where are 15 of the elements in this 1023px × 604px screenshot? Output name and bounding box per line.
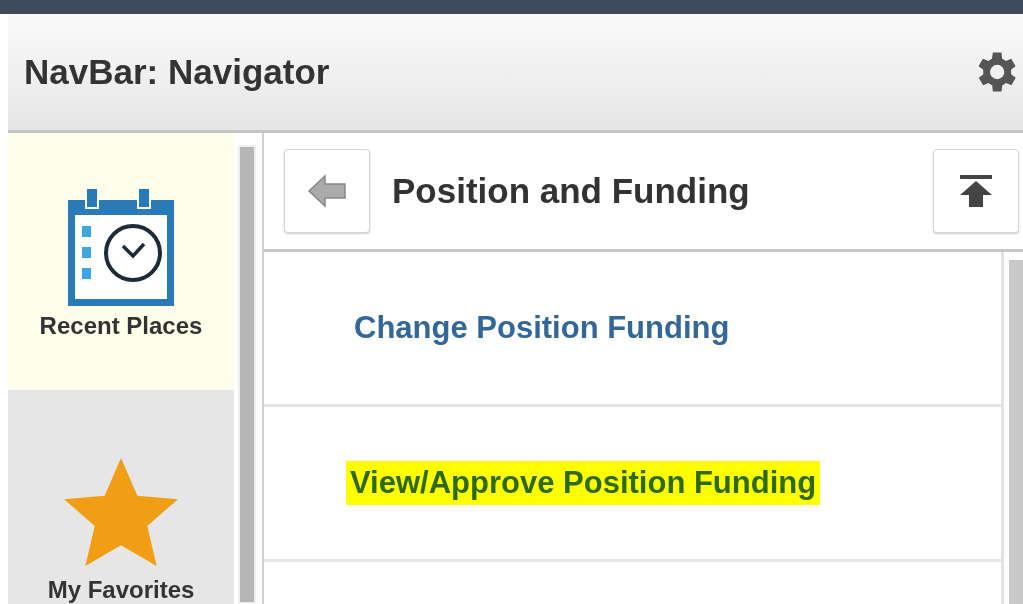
- scrollbar[interactable]: [238, 145, 256, 604]
- back-button[interactable]: [284, 149, 370, 233]
- back-arrow-icon: [307, 174, 347, 208]
- panel-title: Position and Funding: [392, 171, 751, 211]
- scroll-to-top-button[interactable]: [933, 149, 1019, 233]
- calendar-clock-icon: [65, 185, 177, 308]
- scroll-to-top-icon: [958, 173, 994, 209]
- sidebar-item-label: My Favorites: [47, 578, 195, 602]
- scrollbar[interactable]: [1009, 260, 1023, 604]
- highlighted-link[interactable]: View/Approve Position Funding: [346, 461, 821, 505]
- sidebar-item-label: Recent Places: [39, 313, 203, 338]
- navigation-link[interactable]: Change Position Funding: [350, 306, 734, 350]
- sidebar-item[interactable]: Recent Places: [8, 133, 234, 390]
- sidebar-item[interactable]: My Favorites: [8, 390, 234, 604]
- navbar-title: NavBar: Navigator: [24, 52, 330, 92]
